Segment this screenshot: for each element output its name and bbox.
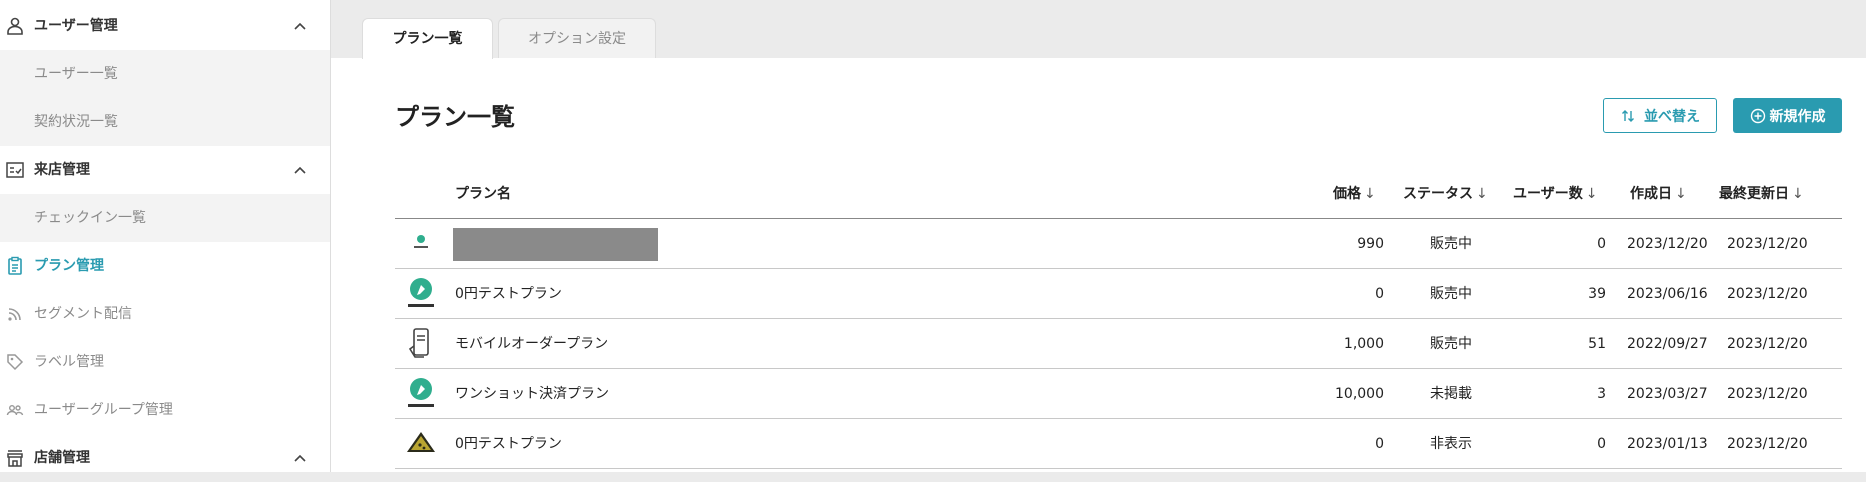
cell-updated: 2023/12/20 — [1727, 386, 1808, 402]
page-title: プラン一覧 — [395, 103, 515, 131]
sidebar-item-label: ラベル管理 — [34, 354, 104, 370]
cell-updated: 2023/12/20 — [1727, 286, 1808, 302]
sidebar-item-label: チェックイン一覧 — [34, 210, 146, 226]
chevron-up-icon[interactable] — [292, 448, 308, 468]
sort-arrow-icon: ↓ — [1364, 186, 1376, 202]
cell-users: 39 — [1588, 286, 1606, 302]
plan-name[interactable]: 0円テストプラン — [455, 434, 562, 454]
col-header-label: ユーザー数 — [1513, 186, 1583, 202]
create-button[interactable]: 新規作成 — [1733, 98, 1842, 133]
tab-plan-list[interactable]: プラン一覧 — [362, 18, 493, 59]
tag-icon — [7, 354, 24, 371]
plan-thumbnail — [405, 376, 437, 412]
cell-status: 販売中 — [1430, 286, 1472, 302]
col-header-label: 作成日 — [1630, 186, 1672, 202]
checklist-icon — [6, 162, 24, 178]
sidebar-item-plan-management[interactable]: プラン管理 — [0, 242, 330, 290]
cell-updated: 2023/12/20 — [1727, 336, 1808, 352]
sidebar-item-label: セグメント配信 — [34, 306, 132, 322]
plan-name[interactable]: ワンショット決済プラン — [455, 384, 609, 404]
cell-price: 1,000 — [1343, 336, 1384, 352]
col-header-label: 最終更新日 — [1719, 186, 1789, 202]
table-row[interactable]: ワンショット決済プラン 10,000 未掲載 3 2023/03/27 2023/12/2… — [395, 369, 1842, 419]
cell-users: 0 — [1597, 436, 1606, 452]
table-row[interactable]: モバイルオーダープラン 1,000 販売中 51 2022/09/27 2023/12/2… — [395, 319, 1842, 369]
plan-name[interactable]: モバイルオーダープラン — [455, 334, 608, 354]
rss-icon — [8, 308, 21, 321]
sidebar-item-segment-delivery[interactable]: セグメント配信 — [0, 290, 330, 338]
cell-created: 2023/03/27 — [1627, 386, 1708, 402]
sidebar-item-contract-status[interactable]: 契約状況一覧 — [0, 98, 330, 146]
cell-price: 990 — [1357, 236, 1384, 252]
chevron-up-icon[interactable] — [292, 160, 308, 180]
redacted-plan-name — [453, 228, 658, 261]
table-row[interactable]: 0円テストプラン 0 非表示 0 2023/01/13 2023/12/20 — [395, 419, 1842, 469]
plan-thumbnail — [405, 226, 437, 262]
sidebar-item-user-list[interactable]: ユーザー一覧 — [0, 50, 330, 98]
plan-thumbnail — [405, 276, 437, 312]
clipboard-icon — [8, 256, 22, 275]
plan-name[interactable]: 0円テストプラン — [455, 284, 562, 304]
cell-price: 0 — [1375, 286, 1384, 302]
chevron-up-icon[interactable] — [292, 16, 308, 36]
col-header-users[interactable]: ユーザー数 ↓ — [1513, 184, 1597, 204]
sort-arrow-icon: ↓ — [1585, 186, 1598, 202]
table-row[interactable]: 990 販売中 0 2023/12/20 2023/12/20 — [395, 219, 1842, 269]
col-header-label: ステータス — [1403, 186, 1473, 202]
person-icon — [7, 17, 23, 35]
cell-updated: 2023/12/20 — [1727, 236, 1808, 252]
col-header-price[interactable]: 価格 ↓ — [1333, 184, 1376, 204]
cell-status: 販売中 — [1430, 236, 1472, 252]
col-header-label: 価格 — [1333, 186, 1361, 202]
sidebar-item-label: ユーザー一覧 — [34, 66, 118, 82]
sidebar-item-label: 店舗管理 — [34, 450, 90, 466]
plus-circle-icon — [1750, 108, 1765, 123]
sort-arrow-icon: ↓ — [1792, 186, 1804, 202]
col-header-name: プラン名 — [455, 184, 511, 204]
sidebar-item-checkin-list[interactable]: チェックイン一覧 — [0, 194, 330, 242]
sidebar-item-label: ユーザー管理 — [34, 18, 118, 34]
cell-status: 販売中 — [1430, 336, 1472, 352]
sidebar-item-label: ユーザーグループ管理 — [34, 402, 173, 418]
cell-created: 2023/06/16 — [1627, 286, 1708, 302]
sort-arrows-icon — [1622, 109, 1634, 122]
sort-button-label: 並べ替え — [1644, 108, 1700, 125]
cell-updated: 2023/12/20 — [1727, 436, 1808, 452]
cell-users: 0 — [1597, 236, 1606, 252]
sidebar: ユーザー管理 ユーザー一覧 契約状況一覧 来店管理 チェックイン一覧 プラン管理… — [0, 0, 331, 472]
col-header-status[interactable]: ステータス ↓ — [1403, 184, 1488, 204]
plan-thumbnail — [405, 326, 437, 362]
sidebar-item-label-management[interactable]: ラベル管理 — [0, 338, 330, 386]
cell-created: 2023/12/20 — [1627, 236, 1708, 252]
sort-button[interactable]: 並べ替え — [1603, 98, 1717, 133]
sidebar-item-label: 契約状況一覧 — [34, 114, 118, 130]
cell-users: 3 — [1597, 386, 1606, 402]
sidebar-item-visit-management[interactable]: 来店管理 — [0, 146, 330, 194]
cell-price: 10,000 — [1335, 386, 1384, 402]
cell-status: 非表示 — [1430, 436, 1472, 452]
cell-created: 2023/01/13 — [1627, 436, 1708, 452]
cell-status: 未掲載 — [1430, 386, 1472, 402]
sort-arrow-icon: ↓ — [1675, 186, 1687, 202]
create-button-label: 新規作成 — [1769, 108, 1826, 125]
group-icon — [6, 404, 24, 416]
col-header-updated[interactable]: 最終更新日 ↓ — [1719, 184, 1804, 204]
sidebar-item-store-management[interactable]: 店舗管理 — [0, 434, 330, 482]
cell-price: 0 — [1375, 436, 1384, 452]
col-header-created[interactable]: 作成日 ↓ — [1630, 184, 1687, 204]
sidebar-item-user-management[interactable]: ユーザー管理 — [0, 2, 330, 50]
sidebar-item-user-group[interactable]: ユーザーグループ管理 — [0, 386, 330, 434]
store-icon — [7, 450, 23, 467]
tab-option-settings[interactable]: オプション設定 — [498, 18, 656, 58]
sidebar-item-label: プラン管理 — [34, 258, 104, 274]
cell-created: 2022/09/27 — [1627, 336, 1708, 352]
sort-arrow-icon: ↓ — [1476, 186, 1488, 202]
table-row[interactable]: 0円テストプラン 0 販売中 39 2023/06/16 2023/12/20 — [395, 269, 1842, 319]
sidebar-item-label: 来店管理 — [34, 162, 90, 178]
cell-users: 51 — [1588, 336, 1606, 352]
col-header-label: プラン名 — [455, 186, 511, 202]
plan-thumbnail — [405, 426, 437, 462]
